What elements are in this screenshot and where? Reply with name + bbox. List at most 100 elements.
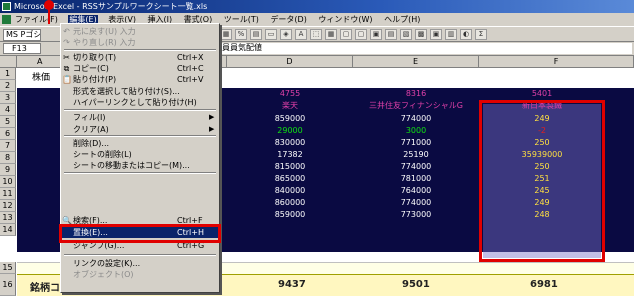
row-header-8[interactable]: 8 <box>0 152 16 164</box>
data-cell-d[interactable]: 17382 <box>227 149 353 160</box>
menu-item-icon <box>62 87 71 96</box>
menu-item-label: 形式を選択して貼り付け(S)... <box>73 87 180 96</box>
toolbar-button-icon[interactable]: ▦ <box>220 29 232 40</box>
menu-item-icon <box>62 139 71 148</box>
data-cell-e[interactable]: 774000 <box>353 113 479 124</box>
toolbar-button-icon[interactable]: ▧ <box>400 29 412 40</box>
row-header-5[interactable]: 5 <box>0 116 16 128</box>
toolbar-button-icon[interactable]: ▣ <box>430 29 442 40</box>
menu-item-15[interactable]: リンクの設定(K)... <box>61 258 219 269</box>
data-cell-e[interactable]: 774000 <box>353 197 479 208</box>
menu-item-10[interactable]: シートの削除(L) <box>61 149 219 160</box>
data-cell-e[interactable]: 771000 <box>353 137 479 148</box>
row-header-16[interactable]: 16 <box>0 274 16 296</box>
toolbar-button-icon[interactable]: ▢ <box>355 29 367 40</box>
toolbar-button-icon[interactable]: ▭ <box>265 29 277 40</box>
menu-item-4[interactable]: 📋 貼り付け(P) Ctrl+V <box>61 74 219 85</box>
row-header-10[interactable]: 10 <box>0 176 16 188</box>
data-cell-d[interactable]: 29000 <box>227 125 353 136</box>
toolbar-button-icon[interactable]: ▦ <box>325 29 337 40</box>
data-cell-d[interactable]: 830000 <box>227 137 353 148</box>
row-header-12[interactable]: 12 <box>0 200 16 212</box>
font-name-select[interactable]: MS Pゴシック <box>3 29 41 41</box>
data-cell-d[interactable]: 859000 <box>227 209 353 220</box>
menu-data[interactable]: データ(D) <box>269 15 307 24</box>
submenu-arrow-icon: ▶ <box>209 125 215 133</box>
menu-item-5[interactable]: 形式を選択して貼り付け(S)... <box>61 86 219 97</box>
stock-code-e: 8316 <box>405 89 427 98</box>
menu-item-icon <box>62 150 71 159</box>
menu-tools[interactable]: ツール(T) <box>223 15 260 24</box>
row-header-15[interactable]: 15 <box>0 262 16 274</box>
menu-item-icon <box>62 125 71 134</box>
toolbar-button-icon[interactable]: ▣ <box>370 29 382 40</box>
data-cell-e[interactable]: 3000 <box>353 125 479 136</box>
toolbar-button-icon[interactable]: ◐ <box>460 29 472 40</box>
toolbar-button-icon[interactable]: ▤ <box>385 29 397 40</box>
data-cell-d[interactable]: 865000 <box>227 173 353 184</box>
menu-item-label: リンクの設定(K)... <box>73 259 141 268</box>
row-header-13[interactable]: 13 <box>0 212 16 224</box>
toolbar-button-icon[interactable]: Σ <box>475 29 487 40</box>
menu-item-icon <box>62 113 71 122</box>
row-header-7[interactable]: 7 <box>0 140 16 152</box>
data-cell-e[interactable]: 773000 <box>353 209 479 220</box>
menu-item-6[interactable]: ハイパーリンクとして貼り付け(H) <box>61 97 219 108</box>
column-header-d[interactable]: D <box>227 56 353 68</box>
data-cell-d[interactable]: 815000 <box>227 161 353 172</box>
row-header-11[interactable]: 11 <box>0 188 16 200</box>
menu-item-label: フィル(I) <box>73 113 106 122</box>
stock-name-d: 楽天 <box>282 101 298 110</box>
toolbar-button-icon[interactable]: ▤ <box>250 29 262 40</box>
menu-item-shortcut: Ctrl+V <box>177 75 204 84</box>
toolbar-button-icon[interactable]: ▢ <box>340 29 352 40</box>
select-all-corner[interactable] <box>0 56 17 68</box>
menu-item-label: 切り取り(T) <box>73 53 117 62</box>
row2-label: 株価 <box>32 73 51 83</box>
menu-separator <box>64 49 216 51</box>
data-cell-d[interactable]: 840000 <box>227 185 353 196</box>
row-header-1[interactable]: 1 <box>0 68 16 80</box>
toolbar-button-icon[interactable]: A <box>295 29 307 40</box>
toolbar-button-icon[interactable]: ▥ <box>445 29 457 40</box>
formula-input[interactable]: 業員員気配値 <box>212 43 632 54</box>
menu-item-11[interactable]: シートの移動またはコピー(M)... <box>61 160 219 171</box>
menu-item-9[interactable]: 削除(D)... <box>61 138 219 149</box>
menu-window[interactable]: ウィンドウ(W) <box>317 15 373 24</box>
menu-item-icon <box>62 161 71 170</box>
menu-item-label: シートの削除(L) <box>73 150 132 159</box>
row-header-4[interactable]: 4 <box>0 104 16 116</box>
data-cell-e[interactable]: 764000 <box>353 185 479 196</box>
stock-name-e: 三井住友フィナンシャルG <box>368 101 464 110</box>
menu-separator <box>64 135 216 137</box>
toolbar-button-icon[interactable]: ⬚ <box>310 29 322 40</box>
name-box[interactable]: F13 <box>3 43 41 54</box>
menu-file[interactable]: ファイル(F) <box>14 15 59 24</box>
data-cell-e[interactable]: 781000 <box>353 173 479 184</box>
column-header-f[interactable]: F <box>479 56 634 68</box>
data-cell-e[interactable]: 774000 <box>353 161 479 172</box>
row-header-14[interactable]: 14 <box>0 224 16 236</box>
data-cell-d[interactable]: 860000 <box>227 197 353 208</box>
row-header-2[interactable]: 2 <box>0 80 16 92</box>
menu-item-8[interactable]: クリア(A) ▶ <box>61 124 219 135</box>
window-title-bar: Microsoft Excel - RSSサンプルワークシート一覧.xls <box>0 0 634 13</box>
data-cell-d[interactable]: 859000 <box>227 113 353 124</box>
row-header-9[interactable]: 9 <box>0 164 16 176</box>
row-header-3[interactable]: 3 <box>0 92 16 104</box>
menu-item-label: やり直し(R) 入力 <box>73 38 136 47</box>
column-header-e[interactable]: E <box>353 56 479 68</box>
menu-item-2[interactable]: ✂ 切り取り(T) Ctrl+X <box>61 52 219 63</box>
menu-item-shortcut: Ctrl+C <box>177 64 204 73</box>
menu-item-3[interactable]: ⧉ コピー(C) Ctrl+C <box>61 63 219 74</box>
menu-help[interactable]: ヘルプ(H) <box>383 15 421 24</box>
row-header-6[interactable]: 6 <box>0 128 16 140</box>
menu-item-7[interactable]: フィル(I) ▶ <box>61 112 219 123</box>
menu-item-icon: ⧉ <box>63 64 70 73</box>
data-cell-e[interactable]: 25190 <box>353 149 479 160</box>
menu-item-1: ↷ やり直し(R) 入力 <box>61 37 219 48</box>
toolbar-button-icon[interactable]: % <box>235 29 247 40</box>
toolbar-button-icon[interactable]: ▩ <box>415 29 427 40</box>
toolbar-button-icon[interactable]: ◈ <box>280 29 292 40</box>
document-icon[interactable] <box>2 15 11 24</box>
